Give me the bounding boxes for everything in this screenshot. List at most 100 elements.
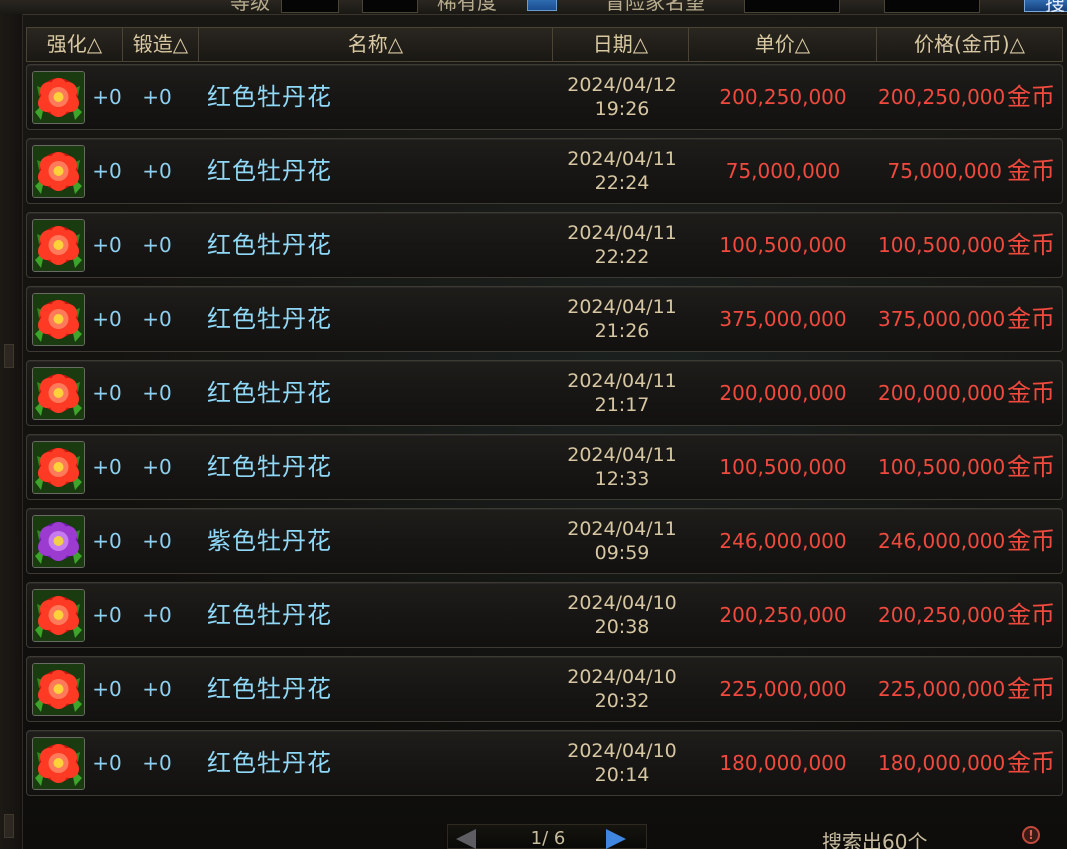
item-name: 红色牡丹花 — [207, 749, 332, 777]
red-peony-icon[interactable] — [32, 293, 85, 346]
sale-time: 20:14 — [594, 764, 650, 786]
page-separator: / — [542, 828, 549, 849]
sale-time: 09:59 — [594, 542, 650, 564]
table-row[interactable]: +0 +0 红色牡丹花 2024/04/11 22:24 75,000,000 … — [26, 138, 1063, 204]
sort-unit-price-header[interactable]: 单价△ — [689, 28, 877, 61]
red-peony-icon[interactable] — [32, 71, 85, 124]
total-price: 100,500,000 — [878, 233, 1006, 257]
red-peony-icon[interactable] — [32, 663, 85, 716]
left-scroll-rail — [0, 14, 23, 849]
table-row[interactable]: +0 +0 红色牡丹花 2024/04/10 20:38 200,250,000… — [26, 582, 1063, 648]
next-page-icon[interactable] — [606, 829, 626, 849]
search-button-label: 搜 — [1045, 0, 1065, 15]
enhance-level: +0 — [92, 455, 122, 479]
forge-level: +0 — [142, 307, 172, 331]
sale-time: 12:33 — [594, 468, 650, 490]
sale-datetime: 2024/04/11 22:22 — [557, 221, 687, 269]
forge-level: +0 — [142, 159, 172, 183]
sale-datetime: 2024/04/11 21:26 — [557, 295, 687, 343]
enhance-level: +0 — [92, 381, 122, 405]
sale-time: 22:24 — [594, 172, 650, 194]
fame-min-input[interactable] — [744, 0, 840, 13]
total-price: 200,250,000 — [878, 603, 1006, 627]
alert-icon[interactable]: ! — [1022, 826, 1040, 844]
sale-datetime: 2024/04/11 21:17 — [557, 369, 687, 417]
sale-datetime: 2024/04/10 20:14 — [557, 739, 687, 787]
currency-label: 金币 — [1007, 601, 1055, 629]
enhance-level: +0 — [92, 233, 122, 257]
sale-datetime: 2024/04/10 20:32 — [557, 665, 687, 713]
table-row[interactable]: +0 +0 红色牡丹花 2024/04/11 21:26 375,000,000… — [26, 286, 1063, 352]
fame-max-input[interactable] — [884, 0, 980, 13]
unit-price: 100,500,000 — [719, 455, 847, 479]
sort-name-header[interactable]: 名称△ — [199, 28, 553, 61]
sale-time: 20:38 — [594, 616, 650, 638]
red-peony-icon[interactable] — [32, 441, 85, 494]
enhance-level: +0 — [92, 159, 122, 183]
enhance-level: +0 — [92, 529, 122, 553]
purple-peony-icon[interactable] — [32, 515, 85, 568]
table-row[interactable]: +0 +0 红色牡丹花 2024/04/11 21:17 200,000,000… — [26, 360, 1063, 426]
table-row[interactable]: +0 +0 红色牡丹花 2024/04/12 19:26 200,250,000… — [26, 64, 1063, 130]
pagination: 1/ 6 — [447, 824, 647, 849]
item-name: 红色牡丹花 — [207, 453, 332, 481]
table-row[interactable]: +0 +0 红色牡丹花 2024/04/11 12:33 100,500,000… — [26, 434, 1063, 500]
unit-price: 75,000,000 — [725, 159, 841, 183]
prev-page-icon[interactable] — [456, 829, 476, 849]
unit-price: 225,000,000 — [719, 677, 847, 701]
unit-price: 246,000,000 — [719, 529, 847, 553]
unit-price: 180,000,000 — [719, 751, 847, 775]
search-button[interactable]: 搜 — [1024, 0, 1067, 15]
enhance-level: +0 — [92, 307, 122, 331]
sale-date: 2024/04/11 — [567, 296, 677, 318]
forge-level: +0 — [142, 529, 172, 553]
rarity-filter-label: 稀有度 — [437, 0, 497, 14]
sort-forge-header[interactable]: 锻造△ — [123, 28, 199, 61]
unit-price: 200,000,000 — [719, 381, 847, 405]
item-name: 紫色牡丹花 — [207, 527, 332, 555]
current-page: 1 — [530, 828, 543, 849]
red-peony-icon[interactable] — [32, 145, 85, 198]
scroll-notch-lower — [4, 814, 14, 838]
total-price: 100,500,000 — [878, 455, 1006, 479]
auction-history-window: 等级 稀有度 冒险家名望 搜 强化△ 锻造△ 名称△ 日期△ 单价△ 价格(金币… — [0, 0, 1067, 849]
sale-date: 2024/04/11 — [567, 222, 677, 244]
sale-time: 22:22 — [594, 246, 650, 268]
red-peony-icon[interactable] — [32, 367, 85, 420]
red-peony-icon[interactable] — [32, 589, 85, 642]
sale-date: 2024/04/10 — [567, 666, 677, 688]
total-price: 375,000,000 — [878, 307, 1006, 331]
level-min-input[interactable] — [281, 0, 339, 13]
red-peony-icon[interactable] — [32, 219, 85, 272]
sale-date: 2024/04/10 — [567, 740, 677, 762]
currency-label: 金币 — [1007, 305, 1055, 333]
table-row[interactable]: +0 +0 紫色牡丹花 2024/04/11 09:59 246,000,000… — [26, 508, 1063, 574]
filter-bar: 等级 稀有度 冒险家名望 搜 — [0, 0, 1067, 15]
table-row[interactable]: +0 +0 红色牡丹花 2024/04/10 20:14 180,000,000… — [26, 730, 1063, 796]
sale-time: 21:26 — [594, 320, 650, 342]
sale-time: 21:17 — [594, 394, 650, 416]
sort-date-header[interactable]: 日期△ — [553, 28, 689, 61]
sort-enhance-header[interactable]: 强化△ — [27, 28, 123, 61]
level-max-input[interactable] — [362, 0, 418, 13]
red-peony-icon[interactable] — [32, 737, 85, 790]
currency-label: 金币 — [1007, 157, 1055, 185]
item-name: 红色牡丹花 — [207, 83, 332, 111]
sort-price-header[interactable]: 价格(金币)△ — [877, 28, 1062, 61]
table-row[interactable]: +0 +0 红色牡丹花 2024/04/11 22:22 100,500,000… — [26, 212, 1063, 278]
rarity-dropdown-button[interactable] — [527, 0, 557, 11]
item-name: 红色牡丹花 — [207, 157, 332, 185]
sale-datetime: 2024/04/11 22:24 — [557, 147, 687, 195]
level-filter-label: 等级 — [230, 0, 270, 14]
total-price: 246,000,000 — [878, 529, 1006, 553]
enhance-level: +0 — [92, 751, 122, 775]
unit-price: 200,250,000 — [719, 603, 847, 627]
sale-date: 2024/04/10 — [567, 592, 677, 614]
sale-datetime: 2024/04/11 12:33 — [557, 443, 687, 491]
total-price: 225,000,000 — [878, 677, 1006, 701]
enhance-level: +0 — [92, 85, 122, 109]
sale-time: 20:32 — [594, 690, 650, 712]
forge-level: +0 — [142, 677, 172, 701]
table-row[interactable]: +0 +0 红色牡丹花 2024/04/10 20:32 225,000,000… — [26, 656, 1063, 722]
sale-datetime: 2024/04/12 19:26 — [557, 73, 687, 121]
